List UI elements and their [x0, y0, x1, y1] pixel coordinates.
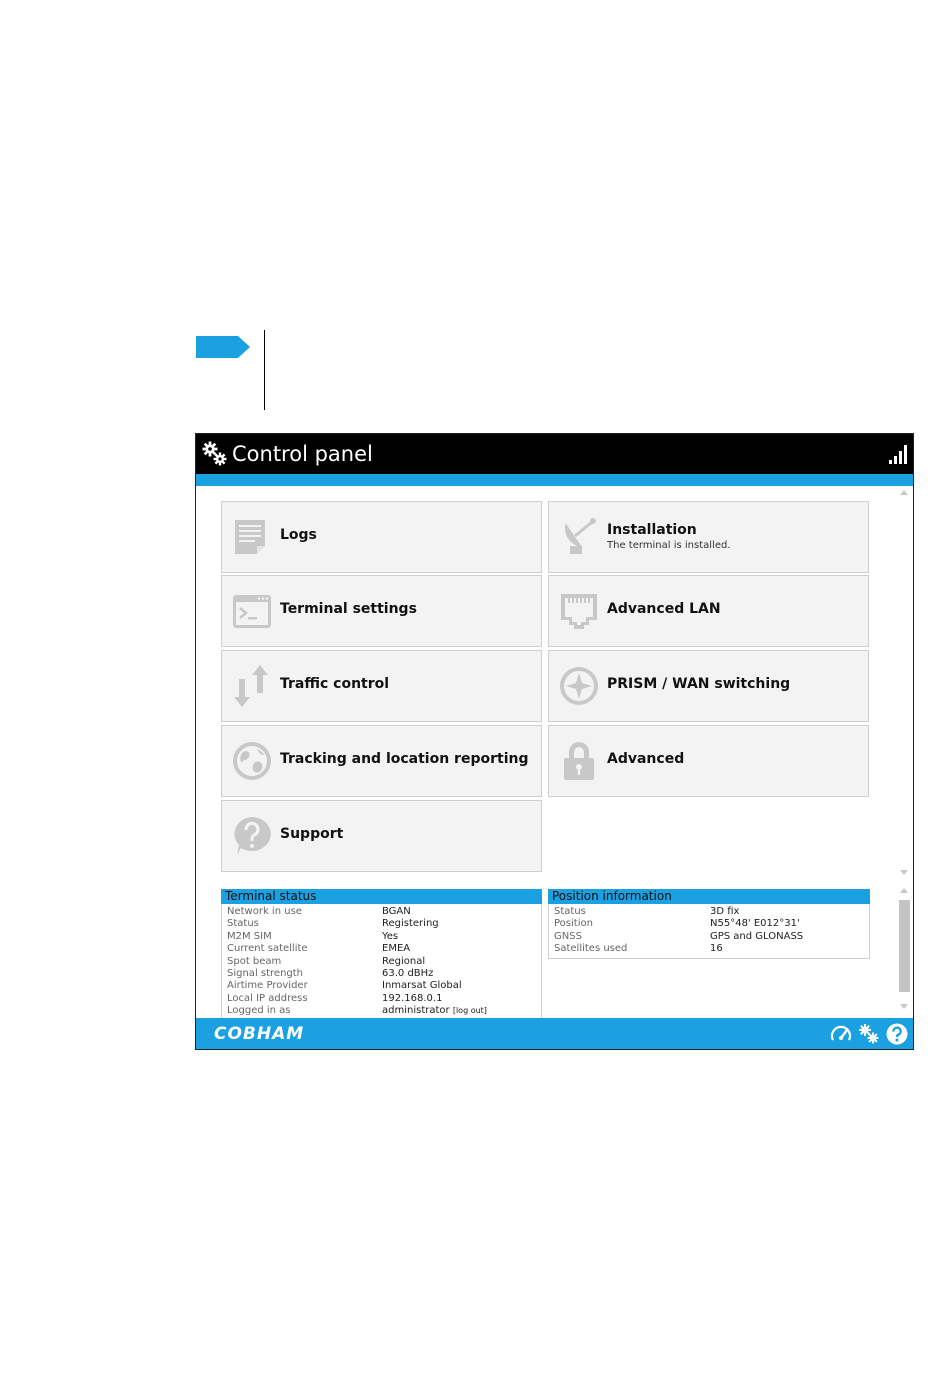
tile-advanced-lan[interactable]: Advanced LAN [548, 575, 869, 647]
tile-prism-label: PRISM / WAN switching [607, 676, 791, 692]
tile-terminal-settings-label: Terminal settings [280, 601, 417, 617]
question-icon [234, 817, 271, 855]
tile-prism-wan-switching[interactable]: PRISM / WAN switching [548, 650, 869, 722]
globe-icon [233, 742, 271, 780]
scroll-down-icon[interactable] [900, 1004, 908, 1009]
status-value: Inmarsat Global [382, 980, 462, 992]
position-info-panel: Position information Status 3D fix Positi… [548, 889, 870, 959]
position-value: 3D fix [710, 906, 740, 917]
tile-support-label: Support [280, 826, 344, 842]
status-row: M2M SIM Yes [222, 931, 541, 943]
main-content: Logs Installation The terminal is instal… [196, 486, 896, 1021]
logout-link[interactable]: [log out] [453, 1006, 487, 1015]
terminal-status-title: Terminal status [221, 889, 542, 904]
terminal-icon [233, 595, 271, 628]
tile-logs[interactable]: Logs [221, 501, 542, 573]
scroll-down-icon[interactable] [900, 870, 908, 875]
position-row: GNSS GPS and GLONASS [549, 931, 869, 943]
tile-terminal-settings[interactable]: Terminal settings [221, 575, 542, 647]
tile-logs-label: Logs [280, 527, 317, 543]
tile-installation-label: Installation [607, 522, 697, 538]
tile-advanced-label: Advanced [607, 751, 685, 767]
status-row: Spot beam Regional [222, 956, 541, 968]
status-key: M2M SIM [227, 930, 272, 942]
status-key: Status [227, 918, 259, 930]
scroll-up-icon[interactable] [900, 490, 908, 495]
tile-support[interactable]: Support [221, 800, 542, 872]
status-key: Network in use [227, 906, 302, 917]
help-icon[interactable] [886, 1023, 908, 1045]
tile-advanced[interactable]: Advanced [548, 725, 869, 797]
status-key: Logged in as [227, 1005, 291, 1017]
position-value: GPS and GLONASS [710, 930, 804, 942]
tile-installation[interactable]: Installation The terminal is installed. [548, 501, 869, 573]
tile-traffic-control[interactable]: Traffic control [221, 650, 542, 722]
position-row: Satellites used 16 [549, 943, 869, 955]
title-bar: Control panel [196, 434, 913, 474]
status-row: Logged in as administrator [log out] [222, 1005, 541, 1017]
satellite-dish-icon [564, 518, 596, 554]
title-accent-strip [196, 474, 913, 486]
status-row: Local IP address 192.168.0.1 [222, 993, 541, 1005]
up-down-arrows-icon [234, 665, 268, 707]
control-panel-gears-icon[interactable] [858, 1023, 880, 1045]
installation-status-text: The terminal is installed. [607, 540, 731, 551]
window-title: Control panel [232, 442, 373, 466]
note-arrow-icon [196, 336, 250, 358]
status-value: 63.0 dBHz [382, 967, 434, 979]
status-value: Regional [382, 955, 426, 967]
logs-icon [235, 520, 265, 554]
status-value: Yes [382, 930, 399, 942]
status-row: Signal strength 63.0 dBHz [222, 968, 541, 980]
dashboard-gauge-icon[interactable] [830, 1023, 852, 1045]
footer-bar: COBHAM [196, 1018, 913, 1049]
logged-in-user: administrator [382, 1005, 450, 1017]
note-divider [264, 330, 265, 410]
status-row: Status Registering [222, 918, 541, 930]
status-row: Current satellite EMEA [222, 943, 541, 955]
status-key: Local IP address [227, 992, 308, 1004]
status-row: Network in use BGAN [222, 906, 541, 918]
status-value: BGAN [382, 906, 411, 917]
status-key: Signal strength [227, 967, 304, 979]
control-panel-window: Control panel Logs Installation The term… [195, 433, 914, 1050]
position-value: N55°48' E012°31' [710, 918, 800, 930]
tile-tracking-label: Tracking and location reporting [280, 751, 529, 767]
terminal-status-panel: Terminal status Network in use BGAN Statu… [221, 889, 542, 1021]
status-key: Current satellite [227, 943, 308, 955]
scroll-thumb[interactable] [899, 900, 910, 992]
position-key: Position [554, 918, 593, 930]
status-value: EMEA [382, 943, 411, 955]
position-key: GNSS [554, 930, 582, 942]
tile-advanced-lan-label: Advanced LAN [607, 601, 721, 617]
compass-icon [560, 667, 598, 705]
control-panel-gears-icon [202, 441, 227, 466]
tile-tracking-location[interactable]: Tracking and location reporting [221, 725, 542, 797]
position-value: 16 [710, 943, 723, 955]
position-row: Status 3D fix [549, 906, 869, 918]
position-info-table: Status 3D fix Position N55°48' E012°31' GN… [548, 904, 870, 959]
tile-traffic-control-label: Traffic control [280, 676, 390, 692]
position-key: Satellites used [554, 943, 628, 955]
terminal-status-table: Network in use BGAN Status Registering M2M… [221, 904, 542, 1021]
status-value: 192.168.0.1 [382, 992, 443, 1004]
position-info-title: Position information [548, 889, 870, 904]
brand-logo: COBHAM [214, 1024, 305, 1044]
signal-strength-icon [889, 445, 907, 464]
position-key: Status [554, 906, 586, 917]
status-key: Spot beam [227, 955, 282, 967]
lock-icon [564, 742, 594, 780]
status-key: Airtime Provider [227, 980, 308, 992]
scroll-up-icon[interactable] [900, 888, 908, 893]
status-value: Registering [382, 918, 439, 930]
status-row: Airtime Provider Inmarsat Global [222, 980, 541, 992]
vertical-scrollbar[interactable] [896, 486, 913, 1018]
position-row: Position N55°48' E012°31' [549, 918, 869, 930]
ethernet-port-icon [561, 594, 597, 629]
